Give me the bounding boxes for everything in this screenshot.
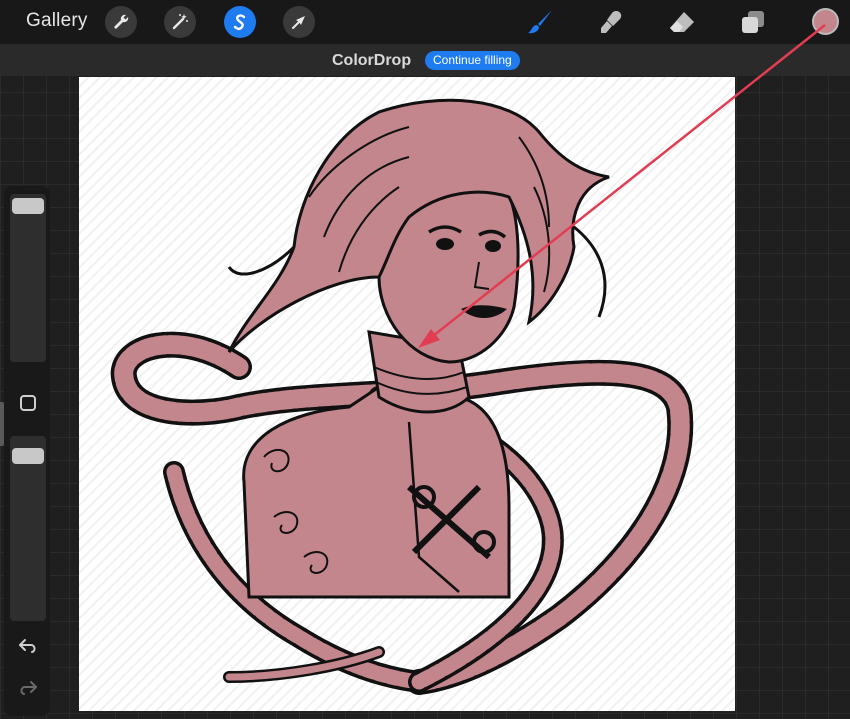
color-swatch[interactable] — [812, 8, 839, 35]
left-sidebar — [4, 186, 50, 716]
brush-size-thumb[interactable] — [12, 198, 44, 214]
brush-size-slider[interactable] — [10, 194, 46, 362]
torso-shape — [242, 385, 511, 599]
layers-icon[interactable] — [735, 4, 771, 40]
redo-icon[interactable] — [16, 678, 40, 698]
undo-icon[interactable] — [16, 636, 40, 656]
status-title: ColorDrop — [332, 52, 412, 69]
artwork-illustration — [110, 98, 694, 695]
smudge-icon[interactable] — [593, 4, 629, 40]
opacity-thumb[interactable] — [12, 448, 44, 464]
selection-icon[interactable] — [224, 6, 256, 38]
modify-button[interactable] — [20, 395, 36, 411]
continue-filling-button[interactable]: Continue filling — [425, 51, 520, 70]
magic-wand-icon[interactable] — [164, 6, 196, 38]
top-toolbar: Gallery — [0, 0, 850, 44]
wrench-icon[interactable] — [105, 6, 137, 38]
transform-icon[interactable] — [283, 6, 315, 38]
sidebar-handle[interactable] — [0, 402, 4, 446]
brush-icon[interactable] — [522, 4, 558, 40]
gallery-button[interactable]: Gallery — [26, 10, 88, 32]
eraser-icon[interactable] — [664, 4, 700, 40]
drawing-canvas[interactable] — [79, 77, 735, 711]
